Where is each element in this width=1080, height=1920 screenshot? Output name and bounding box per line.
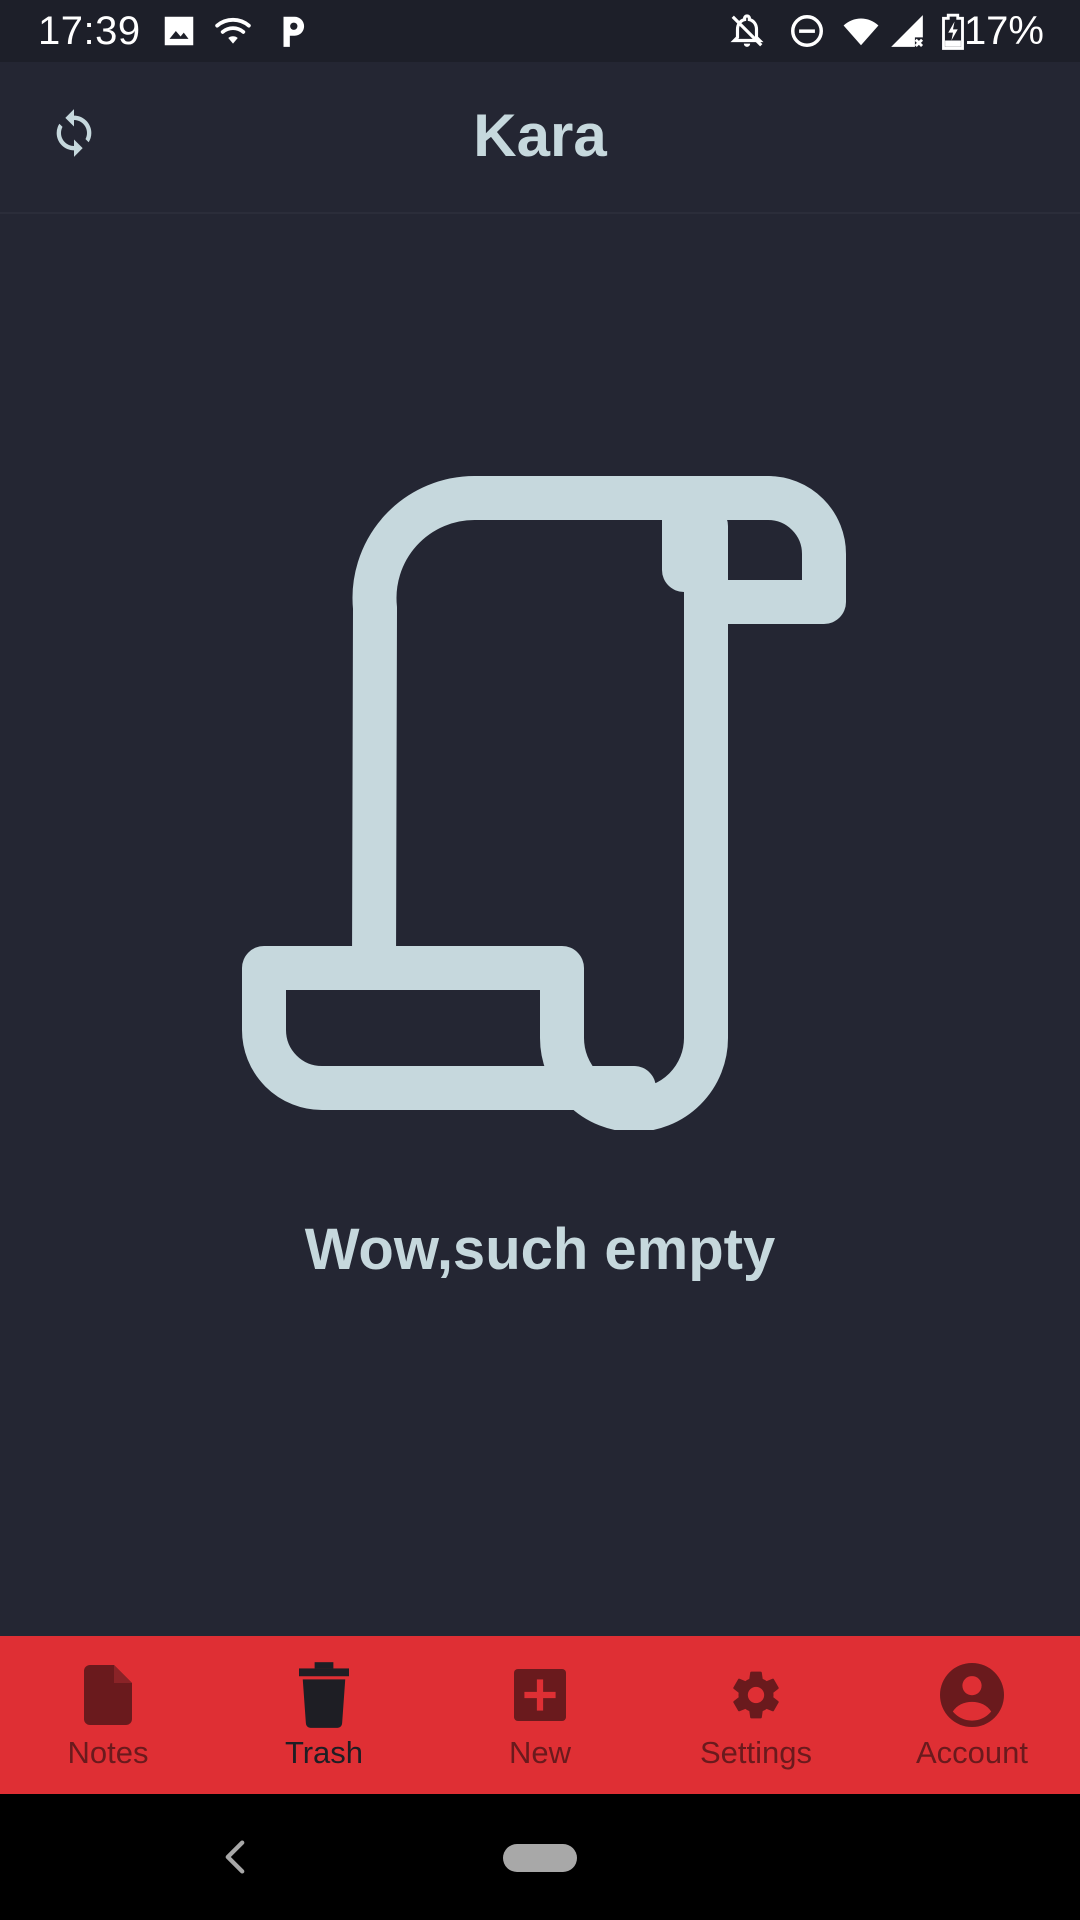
nav-item-new[interactable]: New <box>432 1636 648 1794</box>
nav-label-account: Account <box>915 1735 1028 1770</box>
parking-icon <box>283 16 305 47</box>
nav-item-trash[interactable]: Trash <box>216 1636 432 1794</box>
nav-label-notes: Notes <box>67 1735 149 1770</box>
empty-message: Wow,such empty <box>304 1217 776 1282</box>
signal-icon <box>891 15 924 48</box>
bottom-navigation: Notes Trash New Settings Account <box>0 1636 1080 1794</box>
battery-percent: 17% <box>963 9 1044 53</box>
add-box-icon <box>514 1669 566 1721</box>
nav-item-settings[interactable]: Settings <box>648 1636 864 1794</box>
gear-icon <box>733 1671 779 1719</box>
trash-icon <box>299 1662 349 1728</box>
notifications-off-icon <box>730 14 764 47</box>
back-button[interactable] <box>208 1830 262 1884</box>
wifi-signal-icon <box>843 18 879 46</box>
image-icon <box>164 16 194 46</box>
status-time: 17:39 <box>38 9 141 53</box>
note-icon <box>84 1665 132 1725</box>
nav-label-new: New <box>508 1735 571 1770</box>
status-bar: 17:39 17% <box>0 0 1080 62</box>
app-screen: 17:39 17% Kara Wow,such empty Notes Tras… <box>0 0 1080 1920</box>
scroll-icon <box>242 475 846 1130</box>
do-not-disturb-icon <box>791 15 823 47</box>
nav-item-account[interactable]: Account <box>864 1636 1080 1794</box>
home-button[interactable] <box>503 1844 577 1872</box>
nav-item-notes[interactable]: Notes <box>0 1636 216 1794</box>
nav-label-settings: Settings <box>699 1735 812 1770</box>
app-bar: Kara <box>0 62 1080 214</box>
nav-label-trash: Trash <box>284 1735 364 1770</box>
back-arrow-icon <box>225 1840 245 1874</box>
account-circle-icon <box>940 1663 1004 1727</box>
wifi-icon <box>215 18 251 44</box>
app-title: Kara <box>473 102 607 169</box>
system-navigation-bar <box>0 1794 1080 1920</box>
